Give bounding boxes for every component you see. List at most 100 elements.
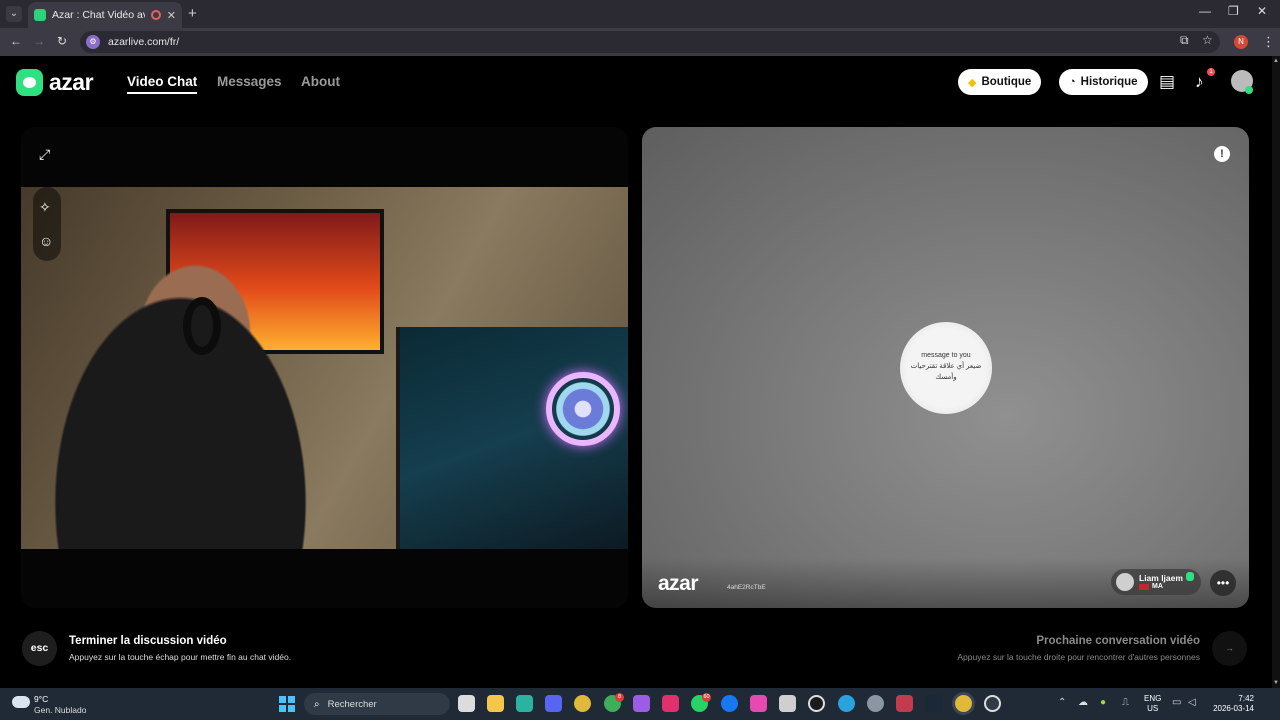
taskbar-search[interactable]: ⌕ Rechercher — [304, 693, 450, 715]
history-label: Historique — [1080, 76, 1138, 88]
rgb-fan — [546, 372, 620, 446]
next-chat-title: Prochaine conversation vidéo — [1036, 635, 1200, 647]
browser-menu-icon[interactable]: ⋮ — [1262, 34, 1275, 50]
address-bar[interactable]: ⚙ azarlive.com/fr/ — [80, 31, 1220, 53]
notification-badge: 1 — [1207, 68, 1215, 76]
spinner-line: message to you — [921, 352, 971, 359]
microphone-icon[interactable]: ⎍ — [1122, 697, 1129, 708]
cloud-icon[interactable] — [12, 696, 30, 708]
expand-icon[interactable]: ⤢ — [39, 146, 50, 163]
install-app-icon[interactable]: ⧉ — [1180, 33, 1189, 48]
azar-favicon-icon — [34, 9, 46, 21]
end-chat-title: Terminer la discussion vidéo — [69, 635, 227, 647]
azar-logo[interactable]: azar — [16, 69, 94, 96]
instagram-icon[interactable] — [662, 695, 679, 712]
back-icon[interactable]: ← — [10, 34, 22, 48]
facebook-icon[interactable] — [721, 695, 738, 712]
capcut-icon[interactable] — [516, 695, 533, 712]
local-video-panel: ⤢ ✧ ☺ — [21, 127, 628, 608]
browser-tab[interactable]: Azar : Chat Vidéo avec de n ✕ — [28, 2, 182, 28]
peer-avatar — [1116, 573, 1134, 591]
obs-icon[interactable] — [808, 695, 825, 712]
site-header: azar Video Chat Messages About ◆ Boutiqu… — [0, 56, 1280, 108]
nvidia-icon[interactable]: ● — [1100, 697, 1106, 708]
chrome-badge: 8 — [615, 693, 624, 702]
chrome-active-icon[interactable] — [955, 695, 972, 712]
tray-overflow-icon[interactable]: ⌃ — [1058, 697, 1066, 708]
tab-search-icon[interactable]: ⌄ — [6, 6, 22, 22]
scroll-down-icon[interactable]: ▼ — [1272, 680, 1280, 686]
esc-button[interactable]: esc — [22, 631, 57, 666]
logo-text: azar — [49, 69, 94, 95]
volume-icon[interactable]: ◁ — [1188, 697, 1196, 708]
browser-toolbar: ← → ↻ ⚙ azarlive.com/fr/ ⧉ ☆ — [0, 28, 1280, 56]
end-chat-hint: Appuyez sur la touche échap pour mettre … — [69, 652, 292, 662]
tab-close-icon[interactable]: ✕ — [167, 9, 176, 22]
whatsapp-badge: 60 — [702, 693, 711, 702]
windows-taskbar: 9°C Gen. Nublado ⌕ Rechercher 8 60 ⌃ ☁ ●… — [0, 688, 1280, 720]
search-icon: ⌕ — [314, 698, 320, 710]
azar-logo-icon — [16, 69, 43, 96]
gem-icon: ◆ — [968, 76, 977, 89]
browser-profile-avatar[interactable]: N — [1234, 35, 1248, 49]
clock-time: 7:42 — [1238, 694, 1254, 703]
windows-start-icon[interactable] — [279, 696, 295, 712]
recording-app-icon[interactable] — [984, 695, 1001, 712]
lang-region: US — [1147, 704, 1159, 713]
weather-desc[interactable]: Gen. Nublado — [34, 705, 86, 715]
window-close-icon[interactable]: ✕ — [1257, 4, 1267, 18]
face-filter-icon[interactable]: ☺ — [39, 233, 53, 249]
tab-title: Azar : Chat Vidéo avec de n — [52, 9, 145, 21]
file-explorer-icon[interactable] — [487, 695, 504, 712]
nav-about[interactable]: About — [301, 74, 340, 89]
discord-icon[interactable] — [545, 695, 562, 712]
calculator-icon[interactable] — [779, 695, 796, 712]
chat-bubble-icon[interactable]: ••• — [1210, 570, 1236, 596]
reload-icon[interactable]: ↻ — [57, 34, 67, 48]
weather-temp[interactable]: 9°C — [34, 694, 48, 704]
onedrive-icon[interactable]: ☁ — [1078, 697, 1088, 708]
next-chat-hint: Appuyez sur la touche droite pour rencon… — [957, 652, 1200, 662]
scroll-up-icon[interactable]: ▲ — [1272, 58, 1280, 64]
nav-video-chat[interactable]: Video Chat — [127, 74, 198, 94]
lang-code: ENG — [1144, 694, 1162, 703]
shop-button[interactable]: ◆ Boutique — [958, 69, 1042, 95]
bookmark-star-icon[interactable]: ☆ — [1202, 33, 1213, 47]
connecting-spinner: message to you ضيعر أي علاقة تقترحيات وأ… — [900, 322, 992, 414]
maximize-icon[interactable]: ❐ — [1228, 4, 1239, 18]
new-tab-icon[interactable]: + — [188, 5, 197, 22]
magic-wand-icon[interactable]: ✧ — [39, 199, 51, 216]
telegram-icon[interactable] — [838, 695, 855, 712]
history-button[interactable]: ◔ Historique — [1059, 69, 1148, 95]
settings-gear-icon[interactable] — [867, 695, 884, 712]
report-shield-icon[interactable]: ! — [1214, 146, 1230, 162]
remote-video-panel: ! message to you ضيعر أي علاقة تقترحيات … — [642, 127, 1249, 608]
network-icon[interactable]: ▭ — [1172, 697, 1181, 708]
page-scrollbar[interactable]: ▲ ▼ — [1272, 56, 1280, 688]
app-grid-icon[interactable] — [633, 695, 650, 712]
task-view-icon[interactable] — [458, 695, 475, 712]
chrome-icon[interactable] — [574, 695, 591, 712]
notification-bell-icon[interactable]: ♪ — [1195, 72, 1204, 92]
clock-date: 2026-03-14 — [1213, 704, 1254, 713]
system-clock[interactable]: 7:42 2026-03-14 — [1210, 694, 1254, 714]
remote-watermark: azar — [658, 572, 699, 595]
nav-messages[interactable]: Messages — [217, 74, 282, 89]
url-text: azarlive.com/fr/ — [108, 36, 180, 48]
site-info-icon[interactable]: ⚙ — [86, 35, 100, 49]
peer-country: MA — [1152, 583, 1163, 590]
editor-icon[interactable] — [750, 695, 767, 712]
language-indicator[interactable]: ENG US — [1144, 694, 1161, 714]
shop-label: Boutique — [981, 76, 1032, 88]
peer-name: Liam ljaem — [1139, 573, 1183, 583]
peer-profile-chip[interactable]: Liam ljaem MA — [1111, 569, 1201, 595]
inventory-box-icon[interactable]: ▤ — [1159, 72, 1175, 92]
local-user — [21, 242, 311, 549]
clock-icon: ◔ — [1069, 76, 1076, 88]
forward-icon[interactable]: → — [33, 34, 45, 48]
steam-icon[interactable] — [926, 695, 943, 712]
next-chat-button[interactable]: → — [1212, 631, 1247, 666]
local-camera-feed — [21, 187, 628, 549]
photo-app-icon[interactable] — [896, 695, 913, 712]
minimize-icon[interactable]: — — [1199, 4, 1211, 18]
